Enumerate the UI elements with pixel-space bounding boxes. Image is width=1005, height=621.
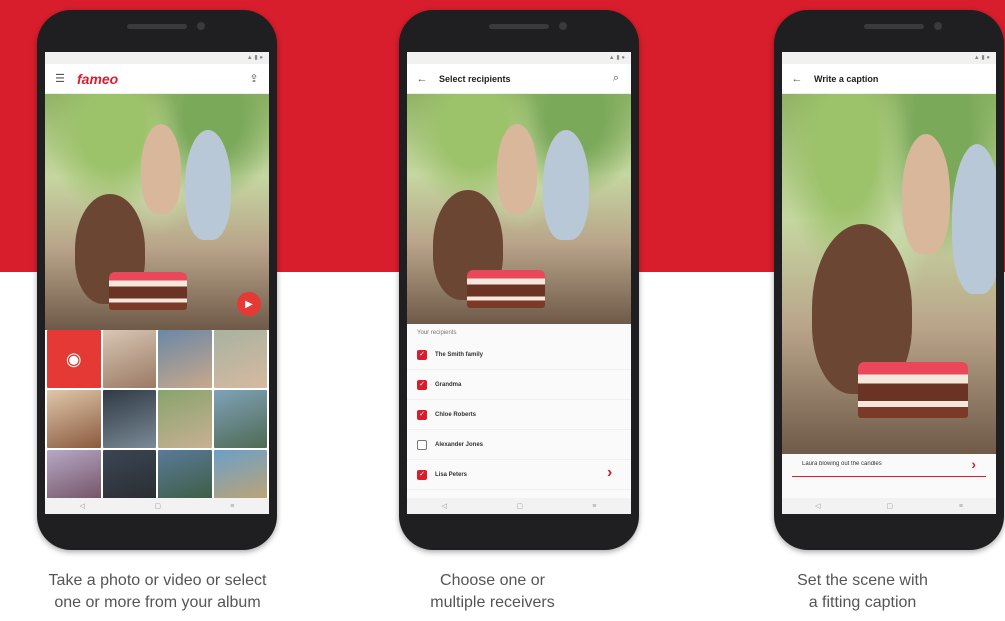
- photo-cake: [858, 362, 968, 418]
- back-arrow-icon[interactable]: ←: [415, 72, 429, 86]
- phone-front-camera: [934, 22, 942, 30]
- recipients-heading: Your recipients: [417, 330, 457, 336]
- description-line: a fitting caption: [808, 594, 917, 611]
- checkbox-unchecked[interactable]: [417, 439, 427, 450]
- description-line: multiple receivers: [430, 594, 555, 611]
- phone-frame: ▲ ▮ ● ☰ fameo ⇪ ▶ ◉ ◁ ▢ ≡: [37, 10, 277, 550]
- back-nav-icon[interactable]: ◁: [80, 502, 85, 510]
- brand-logo: fameo: [77, 70, 119, 87]
- status-bar: ▲ ▮ ●: [45, 52, 269, 64]
- checkbox-checked[interactable]: ✓: [417, 409, 427, 420]
- android-nav-bar: ◁ ▢ ≡: [407, 498, 631, 514]
- camera-icon[interactable]: ◉: [47, 330, 101, 388]
- caption-input[interactable]: Laura blowing out the candles ›: [792, 454, 986, 477]
- checkbox-checked[interactable]: ✓: [417, 379, 427, 390]
- search-icon[interactable]: ⌕: [609, 72, 623, 86]
- phone-speaker: [127, 24, 187, 29]
- app-bar: ← Select recipients ⌕: [407, 64, 631, 94]
- back-nav-icon[interactable]: ◁: [442, 502, 447, 510]
- album-thumb[interactable]: [102, 390, 156, 448]
- list-item[interactable]: ✓ Grandma: [407, 370, 631, 400]
- album-grid: ◉: [45, 330, 269, 508]
- checkbox-checked[interactable]: ✓: [417, 469, 427, 480]
- panel-select-recipients: ▲ ▮ ● ← Select recipients ⌕ Your recipie…: [335, 0, 670, 621]
- phone-screen: ▲ ▮ ● ← Write a caption Laura blowing ou…: [782, 52, 996, 514]
- home-nav-icon[interactable]: ▢: [516, 502, 523, 510]
- recents-nav-icon[interactable]: ≡: [230, 503, 234, 510]
- recipient-name: Chloe Roberts: [435, 411, 477, 418]
- description-line: one or more from your album: [54, 594, 261, 611]
- panel-write-caption: ▲ ▮ ● ← Write a caption Laura blowing ou…: [670, 0, 1005, 621]
- back-nav-icon[interactable]: ◁: [815, 502, 820, 510]
- photo-cake: [109, 272, 187, 310]
- list-item[interactable]: ✓ The Smith family: [407, 340, 631, 370]
- status-bar: ▲ ▮ ●: [407, 52, 631, 64]
- app-bar: ← Write a caption: [782, 64, 996, 94]
- screen-title: Select recipients: [439, 73, 511, 84]
- description-line: Take a photo or video or select: [48, 572, 267, 589]
- checkbox-checked[interactable]: ✓: [417, 349, 427, 360]
- panel-description: Set the scene with a fitting caption: [695, 570, 1005, 614]
- photo-cake: [467, 270, 545, 308]
- photo-person: [543, 130, 589, 240]
- photo-person: [902, 134, 950, 254]
- app-bar: ☰ fameo ⇪: [45, 64, 269, 94]
- chevron-right-icon[interactable]: ›: [607, 464, 612, 482]
- panel-take-photo: ▲ ▮ ● ☰ fameo ⇪ ▶ ◉ ◁ ▢ ≡ Take a photo o…: [0, 0, 335, 621]
- album-thumb[interactable]: [158, 330, 212, 388]
- phone-front-camera: [197, 22, 205, 30]
- phone-frame: ▲ ▮ ● ← Select recipients ⌕ Your recipie…: [399, 10, 639, 550]
- list-item[interactable]: Alexander Jones: [407, 430, 631, 460]
- play-icon[interactable]: ▶: [237, 292, 261, 316]
- list-item[interactable]: ✓ Chloe Roberts: [407, 400, 631, 430]
- album-thumb[interactable]: [213, 330, 267, 388]
- recipient-name: Lisa Peters: [435, 471, 468, 478]
- recents-nav-icon[interactable]: ≡: [959, 503, 963, 510]
- phone-screen: ▲ ▮ ● ← Select recipients ⌕ Your recipie…: [407, 52, 631, 514]
- home-nav-icon[interactable]: ▢: [154, 502, 161, 510]
- caption-text: Laura blowing out the candles: [802, 461, 882, 467]
- photo-preview: [782, 94, 996, 454]
- photo-person: [141, 124, 181, 214]
- hamburger-menu-icon[interactable]: ☰: [53, 72, 67, 86]
- recipient-name: Grandma: [435, 381, 462, 388]
- recipient-name: Alexander Jones: [435, 441, 484, 448]
- photo-person: [497, 124, 537, 214]
- photo-person: [952, 144, 996, 294]
- main-photo-preview[interactable]: ▶: [45, 94, 269, 330]
- description-line: Choose one or: [440, 572, 545, 589]
- status-bar: ▲ ▮ ●: [782, 52, 996, 64]
- phone-frame: ▲ ▮ ● ← Write a caption Laura blowing ou…: [774, 10, 1004, 550]
- recipient-list: ✓ The Smith family ✓ Grandma ✓ Chloe Rob…: [407, 340, 631, 490]
- screen-title: Write a caption: [814, 73, 879, 84]
- description-line: Set the scene with: [797, 572, 928, 589]
- upload-icon[interactable]: ⇪: [247, 72, 261, 86]
- album-thumb[interactable]: [47, 390, 101, 448]
- phone-front-camera: [559, 22, 567, 30]
- phone-speaker: [489, 24, 549, 29]
- album-thumb[interactable]: [102, 330, 156, 388]
- panel-description: Choose one or multiple receivers: [325, 570, 660, 614]
- panel-description: Take a photo or video or select one or m…: [0, 570, 325, 614]
- album-thumb[interactable]: [213, 390, 267, 448]
- back-arrow-icon[interactable]: ←: [790, 72, 804, 86]
- phone-speaker: [864, 24, 924, 29]
- recents-nav-icon[interactable]: ≡: [592, 503, 596, 510]
- home-nav-icon[interactable]: ▢: [886, 502, 893, 510]
- phone-screen: ▲ ▮ ● ☰ fameo ⇪ ▶ ◉ ◁ ▢ ≡: [45, 52, 269, 514]
- chevron-right-icon[interactable]: ›: [971, 456, 976, 472]
- android-nav-bar: ◁ ▢ ≡: [45, 498, 269, 514]
- photo-person: [185, 130, 231, 240]
- recipient-name: The Smith family: [435, 351, 484, 358]
- list-item[interactable]: ✓ Lisa Peters: [407, 460, 631, 490]
- album-thumb[interactable]: [158, 390, 212, 448]
- android-nav-bar: ◁ ▢ ≡: [782, 498, 996, 514]
- photo-preview: [407, 94, 631, 324]
